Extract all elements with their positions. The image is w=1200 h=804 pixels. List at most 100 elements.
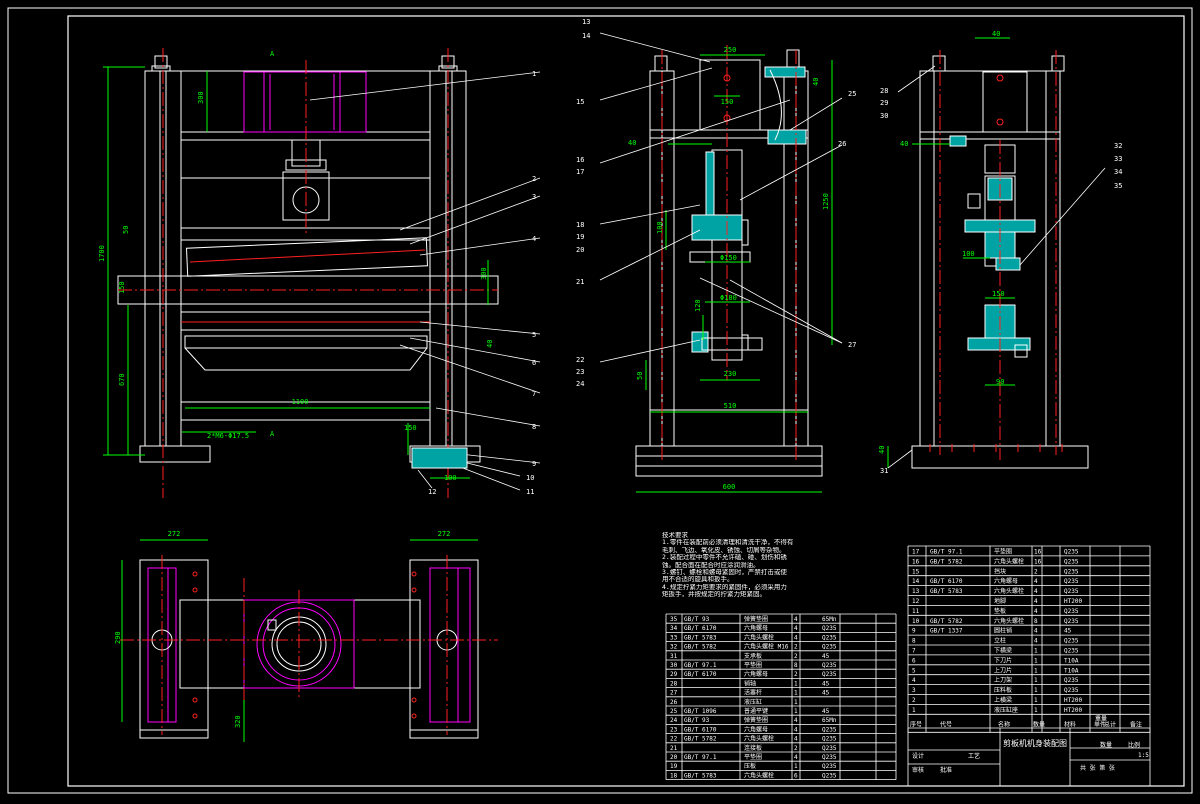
- bom-cell: GB/T 6170: [684, 625, 717, 632]
- bom-cell: 45: [822, 708, 830, 715]
- bom-cell: 14: [912, 578, 920, 585]
- dimension-text: 1700: [98, 245, 106, 262]
- bom-cell: Q235: [1064, 568, 1079, 575]
- bom-cell: 圆柱销: [994, 627, 1012, 635]
- bom-cell: GB/T 93: [684, 616, 710, 623]
- dimension-text: 50: [122, 226, 130, 234]
- dimension-text: 320: [234, 715, 242, 728]
- bom-cell: 活塞杆: [744, 689, 762, 697]
- bom-cell: Q235: [822, 671, 837, 678]
- bom-header-cell: 代号: [940, 720, 952, 728]
- part-balloon: 26: [838, 140, 846, 148]
- bom-cell: 4: [794, 616, 798, 623]
- plan-view: [120, 539, 498, 742]
- cad-drawing-canvas: A A 1700 300 50 150 300 670 1100 2*M6-Φ17.5 150 100…: [0, 0, 1200, 800]
- bom-cell: 19: [670, 763, 678, 770]
- bom-header-cell: 重量: [1095, 714, 1107, 722]
- bom-cell: Q235: [1064, 558, 1079, 565]
- part-balloon: 24: [576, 380, 584, 388]
- title-block-label: 工艺: [968, 752, 980, 760]
- part-balloon: 28: [880, 87, 888, 95]
- bom-cell: Q235: [822, 726, 837, 733]
- bom-cell: GB/T 93: [684, 717, 710, 724]
- bom-cell: 35: [670, 616, 678, 623]
- dimension-text: 230: [724, 370, 737, 378]
- bom-cell: 4: [1034, 608, 1038, 615]
- bom-cell: 34: [670, 625, 678, 632]
- dimension-text: 150: [118, 281, 126, 294]
- bom-header-cell: 序号: [910, 720, 922, 728]
- bom-cell: 普通平键: [744, 707, 768, 715]
- part-balloon: 21: [576, 278, 584, 286]
- dimension-text: 272: [168, 530, 181, 538]
- right-view: [887, 37, 1106, 469]
- bom-cell: GB/T 6170: [684, 726, 717, 733]
- bom-cell: 弹簧垫圈: [744, 615, 768, 623]
- bom-cell: 4: [794, 754, 798, 761]
- bom-cell: 2: [794, 745, 798, 752]
- right-cylinder: [982, 71, 1028, 133]
- dimension-text: 40: [992, 30, 1000, 38]
- dimension-text: 100: [444, 474, 457, 482]
- part-balloon: 23: [576, 368, 584, 376]
- bom-cell: 2: [912, 697, 916, 704]
- part-balloon: 3: [532, 193, 536, 201]
- bom-cell: 21: [670, 745, 678, 752]
- bom-cell: 六角头螺栓: [994, 617, 1024, 625]
- dimension-text: Φ180: [720, 294, 737, 302]
- notes-line: 蚀。配合面在配合时应涂润滑油。: [662, 561, 760, 569]
- bom-cell: 7: [912, 648, 916, 655]
- bom-cell: 挡块: [994, 567, 1006, 575]
- bom-cell: 20: [670, 754, 678, 761]
- dimension-text: 100: [962, 250, 975, 258]
- dimension-text: 40: [812, 78, 820, 86]
- bom-cell: GB/T 6170: [684, 671, 717, 678]
- bom-cell: 六角螺母: [994, 577, 1018, 585]
- bom-cell: 16: [1034, 558, 1042, 565]
- dimension-text: 300: [480, 267, 488, 280]
- part-balloon: 34: [1114, 168, 1122, 176]
- bom-cell: 65Mn: [822, 717, 837, 724]
- bom-cell: GB/T 5783: [684, 772, 717, 779]
- bom-cell: Q235: [1064, 588, 1079, 595]
- bom-cell: GB/T 97.1: [930, 549, 963, 556]
- bom-cell: 4: [794, 625, 798, 632]
- bom-cell: Q235: [1064, 648, 1079, 655]
- bom-cell: 垫板: [994, 607, 1006, 615]
- part-balloon: 4: [532, 235, 536, 243]
- bom-cell: 2: [1034, 568, 1038, 575]
- bom-cell: 立柱: [994, 637, 1006, 645]
- bom-cell: Q235: [822, 772, 837, 779]
- bom-cell: 10: [912, 618, 920, 625]
- dimension-text: 150: [721, 98, 734, 106]
- bom-cell: 1: [1034, 697, 1038, 704]
- bom-cell: 45: [1064, 628, 1072, 635]
- part-balloon: 19: [576, 233, 584, 241]
- bom-cell: 下横梁: [994, 647, 1012, 655]
- dimension-text: 150: [992, 290, 1005, 298]
- bom-cell: 17: [912, 549, 920, 556]
- side-base: [635, 445, 823, 477]
- bom-cell: 28: [670, 680, 678, 687]
- bom-cell: 24: [670, 717, 678, 724]
- bom-cell: Q235: [1064, 677, 1079, 684]
- dimension-text: 100: [656, 221, 664, 234]
- drawing-title: 剪板机机身装配图: [1003, 738, 1067, 748]
- bom-cell: 六角头螺栓: [994, 557, 1024, 565]
- cylinder-housing: [263, 71, 341, 133]
- dimension-text: 600: [723, 483, 736, 491]
- part-balloon: 22: [576, 356, 584, 364]
- notes-line: 2.装配过程中零件不允许磕、碰、划伤和锈: [662, 554, 787, 562]
- cad-drawing: AA17003005015030067011002*M6-Φ17.5150100…: [7, 7, 1193, 794]
- bom-cell: 连接板: [744, 744, 762, 752]
- bom-cell: T10A: [1064, 657, 1079, 664]
- bom-cell: 压料板: [994, 686, 1012, 694]
- bom-cell: GB/T 97.1: [684, 662, 717, 669]
- part-balloon: 25: [848, 90, 856, 98]
- bom-cell: 18: [670, 772, 678, 779]
- bom-cell: 1: [912, 707, 916, 714]
- bom-cell: HT200: [1064, 707, 1082, 714]
- bom-cell: GB/T 6170: [930, 578, 963, 585]
- title-block: 剪板机机身装配图 1:5 比例 数量设计审核 批准 工艺共 张 第 张: [907, 727, 1151, 787]
- bom-cell: GB/T 97.1: [684, 754, 717, 761]
